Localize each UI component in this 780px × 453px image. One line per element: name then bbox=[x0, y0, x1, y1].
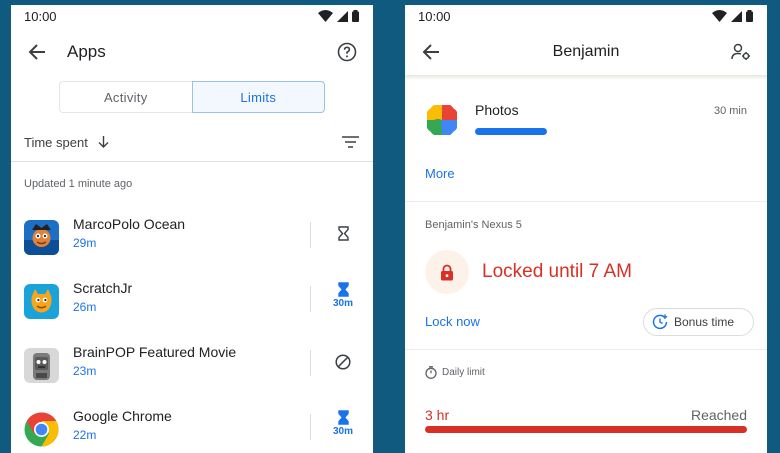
app-time: 29m bbox=[73, 236, 97, 250]
marcopolo-app-icon bbox=[24, 219, 59, 255]
lock-badge bbox=[425, 250, 469, 294]
hourglass-outline-icon bbox=[337, 226, 349, 241]
filter-icon[interactable] bbox=[342, 136, 359, 148]
updated-text: Updated 1 minute ago bbox=[24, 178, 133, 190]
sort-label: Time spent bbox=[24, 134, 88, 150]
status-bar: 10:00 bbox=[11, 5, 373, 27]
chrome-app-icon bbox=[24, 412, 59, 447]
status-time: 10:00 bbox=[24, 8, 57, 24]
separator bbox=[310, 414, 311, 440]
limit-status: Reached bbox=[690, 407, 747, 423]
bonus-time-label: Bonus time bbox=[674, 315, 735, 329]
sort-button[interactable]: Time spent bbox=[24, 135, 109, 150]
add-time-icon bbox=[652, 314, 668, 330]
app-name: MarcoPolo Ocean bbox=[73, 216, 186, 232]
tab-limits[interactable]: Limits bbox=[191, 81, 325, 113]
app-row-scratchjr[interactable]: ScratchJr 26m 30m bbox=[11, 276, 373, 326]
wifi-icon bbox=[318, 10, 333, 22]
tab-switcher: Activity Limits bbox=[59, 81, 325, 113]
daily-limit-bar bbox=[425, 426, 747, 433]
apps-screen: 10:00 Apps Activity Limits Time spent Up… bbox=[11, 5, 373, 453]
app-name: Google Chrome bbox=[73, 408, 172, 424]
daily-limit-label: Daily limit bbox=[442, 367, 485, 378]
app-time: 26m bbox=[73, 300, 97, 314]
status-bar: 10:00 bbox=[405, 5, 767, 27]
device-name: Benjamin's Nexus 5 bbox=[425, 219, 522, 231]
status-time: 10:00 bbox=[418, 8, 451, 24]
app-row-chrome[interactable]: Google Chrome 22m 30m bbox=[11, 404, 373, 453]
person-settings-icon bbox=[731, 43, 750, 60]
daily-limit-header: Daily limit bbox=[425, 366, 485, 379]
limit-button[interactable]: 30m bbox=[325, 410, 361, 437]
divider bbox=[405, 349, 767, 350]
page-title: Apps bbox=[67, 42, 106, 61]
app-name: Photos bbox=[475, 102, 519, 118]
brainpop-app-icon bbox=[24, 347, 59, 383]
app-row-marcopolo[interactable]: MarcoPolo Ocean 29m bbox=[11, 212, 373, 262]
divider bbox=[11, 161, 373, 162]
app-bar: Apps bbox=[11, 27, 373, 77]
timer-icon bbox=[425, 366, 437, 379]
blocked-icon bbox=[335, 354, 351, 370]
page-title: Benjamin bbox=[552, 43, 620, 60]
lock-icon bbox=[441, 264, 453, 280]
usage-bar bbox=[475, 128, 547, 135]
hourglass-icon bbox=[337, 282, 349, 297]
back-button[interactable] bbox=[25, 40, 49, 64]
limit-text: 30m bbox=[332, 426, 353, 437]
child-screen: 10:00 Benjamin Photos 30 min More Benjam… bbox=[405, 5, 767, 453]
signal-icon bbox=[731, 10, 742, 22]
limit-button[interactable] bbox=[325, 226, 361, 241]
signal-icon bbox=[337, 10, 348, 22]
tab-activity[interactable]: Activity bbox=[59, 81, 192, 113]
limit-button[interactable] bbox=[325, 354, 361, 370]
help-icon bbox=[337, 42, 357, 62]
arrow-down-icon bbox=[98, 136, 109, 148]
separator bbox=[310, 286, 311, 312]
locked-status: Locked until 7 AM bbox=[482, 261, 632, 282]
separator bbox=[310, 222, 311, 248]
app-bar: Benjamin bbox=[405, 27, 767, 77]
limit-button[interactable]: 30m bbox=[325, 282, 361, 309]
hourglass-icon bbox=[337, 410, 349, 425]
separator bbox=[310, 350, 311, 376]
battery-icon bbox=[746, 10, 753, 22]
app-name: ScratchJr bbox=[73, 280, 133, 296]
lock-now-button[interactable]: Lock now bbox=[425, 314, 480, 329]
scratchjr-app-icon bbox=[24, 283, 59, 319]
app-name: BrainPOP Featured Movie bbox=[73, 344, 237, 360]
battery-icon bbox=[352, 10, 359, 22]
photos-app-icon bbox=[427, 105, 457, 135]
sort-row: Time spent bbox=[24, 131, 359, 153]
wifi-icon bbox=[712, 10, 727, 22]
app-time: 30 min bbox=[713, 105, 747, 117]
bonus-time-button[interactable]: Bonus time bbox=[643, 308, 754, 336]
more-link[interactable]: More bbox=[425, 166, 455, 181]
card-shadow bbox=[405, 75, 767, 80]
back-arrow-icon bbox=[28, 44, 45, 60]
limit-value: 3 hr bbox=[425, 407, 450, 423]
app-row-brainpop[interactable]: BrainPOP Featured Movie 23m bbox=[11, 340, 373, 390]
manage-account-button[interactable] bbox=[729, 40, 753, 64]
app-time: 23m bbox=[73, 364, 97, 378]
help-button[interactable] bbox=[335, 40, 359, 64]
divider bbox=[405, 201, 767, 202]
limit-text: 30m bbox=[332, 298, 353, 309]
app-time: 22m bbox=[73, 428, 97, 442]
